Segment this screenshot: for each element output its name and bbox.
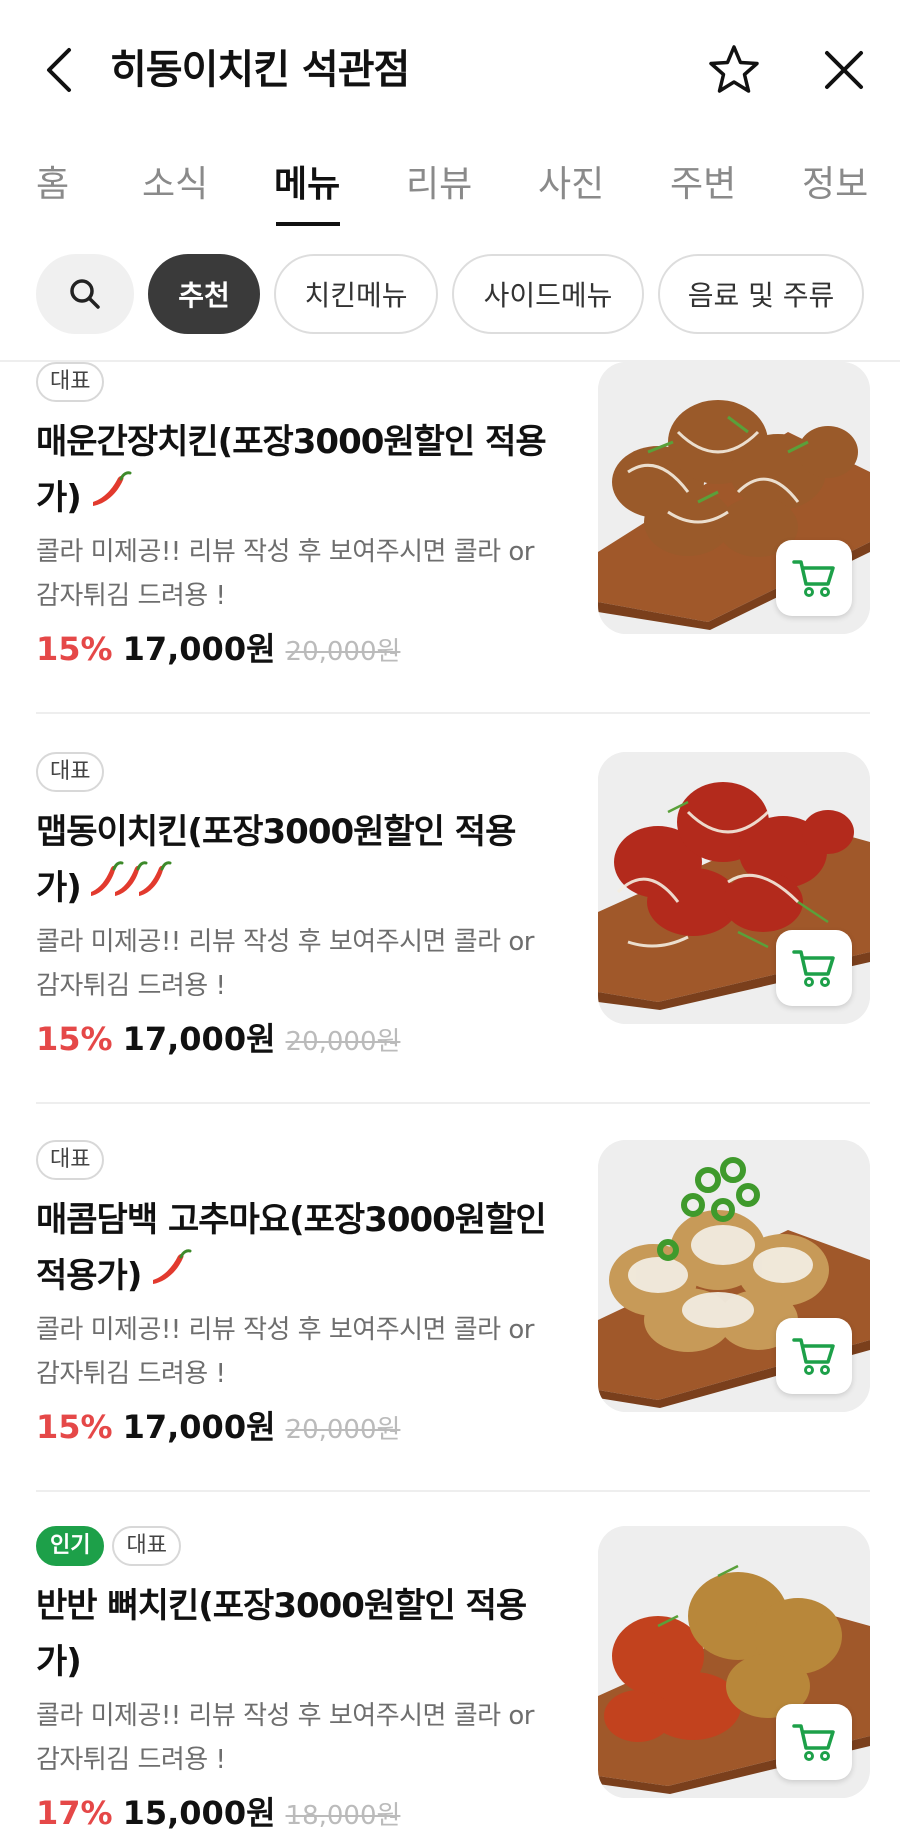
- chili-pepper-icon: [87, 860, 177, 919]
- price-row: 17% 15,000원 18,000원: [36, 1788, 400, 1838]
- menu-item-photo[interactable]: [598, 1140, 870, 1412]
- badge-group: 대표: [36, 362, 105, 402]
- price-row: 15% 17,000원 20,000원: [36, 624, 400, 674]
- add-to-cart-button[interactable]: [776, 930, 852, 1006]
- chili-pepper-icon: [147, 1248, 193, 1307]
- tab-info[interactable]: 정보: [802, 150, 868, 220]
- badge-group: 대표: [36, 752, 105, 792]
- cart-icon: [792, 1338, 835, 1375]
- popular-badge: 인기: [36, 1526, 105, 1566]
- discount-rate: 17%: [36, 1794, 113, 1832]
- tab-nearby[interactable]: 주변: [670, 150, 736, 220]
- category-chip-bar: 추천 치킨메뉴 사이드메뉴 음료 및 주류: [0, 254, 900, 336]
- active-tab-indicator: [276, 222, 340, 226]
- price-row: 15% 17,000원 20,000원: [36, 1014, 400, 1064]
- representative-badge: 대표: [36, 752, 105, 792]
- app-header: 히동이치킨 석관점: [0, 0, 900, 140]
- menu-item-name-text: 매콤담백 고추마요(포장3000원할인 적용가): [36, 1200, 547, 1296]
- chevron-left-icon: [47, 48, 71, 92]
- sale-price: 15,000원: [122, 1794, 276, 1832]
- tab-photos[interactable]: 사진: [538, 150, 604, 220]
- sale-price: 17,000원: [122, 1020, 276, 1058]
- menu-item[interactable]: 대표 매콤담백 고추마요(포장3000원할인 적용가) 콜라 미제공!! 리뷰 …: [0, 1140, 900, 1528]
- chip-side-menu[interactable]: 사이드메뉴: [452, 254, 644, 334]
- original-price: 20,000원: [285, 1027, 401, 1057]
- sale-price: 17,000원: [122, 630, 276, 668]
- original-price: 20,000원: [285, 637, 401, 667]
- menu-item-description: 콜라 미제공!! 리뷰 작성 후 보여주시면 콜라 or 감자튀김 드려용 !: [36, 537, 534, 611]
- discount-rate: 15%: [36, 1020, 113, 1058]
- tab-news[interactable]: 소식: [142, 150, 208, 220]
- star-outline-icon: [709, 45, 759, 93]
- cart-icon: [792, 950, 835, 987]
- menu-search-button[interactable]: [36, 254, 134, 334]
- representative-badge: 대표: [36, 362, 105, 402]
- close-button[interactable]: [814, 40, 874, 100]
- menu-item[interactable]: 인기 대표 반반 뼈치킨(포장3000원할인 적용가) 콜라 미제공!! 리뷰 …: [0, 1526, 900, 1846]
- add-to-cart-button[interactable]: [776, 1318, 852, 1394]
- menu-item-photo[interactable]: [598, 752, 870, 1024]
- menu-item-name: 매운간장치킨(포장3000원할인 적용가): [36, 414, 556, 529]
- sale-price: 17,000원: [122, 1408, 276, 1446]
- tab-reviews[interactable]: 리뷰: [406, 150, 472, 220]
- chip-chicken-menu[interactable]: 치킨메뉴: [274, 254, 438, 334]
- item-divider: [36, 1102, 870, 1104]
- menu-item-description: 콜라 미제공!! 리뷰 작성 후 보여주시면 콜라 or 감자튀김 드려용 !: [36, 927, 534, 1001]
- representative-badge: 대표: [36, 1140, 105, 1180]
- back-button[interactable]: [34, 40, 82, 100]
- store-tab-bar: 홈 소식 메뉴 리뷰 사진 주변 정보: [0, 140, 900, 230]
- badge-group: 인기 대표: [36, 1526, 181, 1566]
- badge-group: 대표: [36, 1140, 105, 1180]
- discount-rate: 15%: [36, 630, 113, 668]
- tab-menu[interactable]: 메뉴: [274, 150, 340, 220]
- menu-item-name: 매콤담백 고추마요(포장3000원할인 적용가): [36, 1192, 556, 1307]
- discount-rate: 15%: [36, 1408, 113, 1446]
- original-price: 20,000원: [285, 1415, 401, 1445]
- item-divider: [36, 712, 870, 714]
- search-icon: [70, 279, 100, 309]
- add-to-cart-button[interactable]: [776, 540, 852, 616]
- item-divider: [36, 1490, 870, 1492]
- menu-item-name: 반반 뼈치킨(포장3000원할인 적용가): [36, 1586, 527, 1682]
- menu-item[interactable]: 대표 맵동이치킨(포장3000원할인 적용가) 콜라 미제공!! 리뷰 작성 후…: [0, 752, 900, 1140]
- favorite-button[interactable]: [704, 40, 764, 100]
- menu-item-photo[interactable]: [598, 362, 870, 634]
- store-title: 히동이치킨 석관점: [110, 47, 410, 93]
- tab-home[interactable]: 홈: [36, 150, 69, 220]
- chili-pepper-icon: [87, 470, 133, 529]
- menu-item[interactable]: 대표 매운간장치킨(포장3000원할인 적용가) 콜라 미제공!! 리뷰 작성 …: [0, 362, 900, 750]
- menu-item-description: 콜라 미제공!! 리뷰 작성 후 보여주시면 콜라 or 감자튀김 드려용 !: [36, 1315, 534, 1389]
- representative-badge: 대표: [112, 1526, 181, 1566]
- menu-item-name: 맵동이치킨(포장3000원할인 적용가): [36, 804, 556, 919]
- menu-item-photo[interactable]: [598, 1526, 870, 1798]
- chip-drinks[interactable]: 음료 및 주류: [658, 254, 864, 334]
- chip-recommended[interactable]: 추천: [148, 254, 260, 334]
- cart-icon: [792, 560, 835, 597]
- original-price: 18,000원: [285, 1801, 401, 1831]
- price-row: 15% 17,000원 20,000원: [36, 1402, 400, 1452]
- menu-item-description: 콜라 미제공!! 리뷰 작성 후 보여주시면 콜라 or 감자튀김 드려용 !: [36, 1701, 534, 1775]
- close-icon: [825, 51, 863, 89]
- add-to-cart-button[interactable]: [776, 1704, 852, 1780]
- cart-icon: [792, 1724, 835, 1761]
